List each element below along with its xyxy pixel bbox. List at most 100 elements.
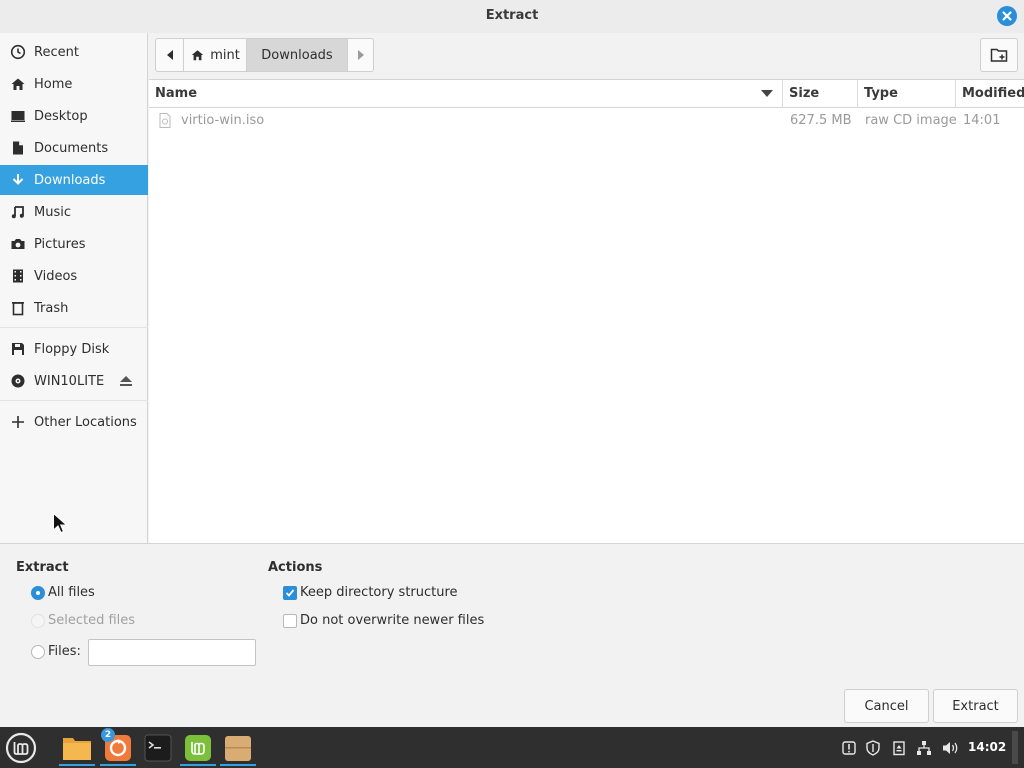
file-list: Name Size Type Modified virtio-win.iso 6… (149, 79, 1024, 543)
clock[interactable]: 14:02 (968, 740, 1006, 754)
do-not-overwrite-checkbox[interactable]: Do not overwrite newer files (283, 613, 484, 628)
path-back-button[interactable] (155, 38, 184, 72)
taskbar-files-app[interactable] (59, 730, 95, 766)
path-segment-mint[interactable]: mint (183, 38, 247, 72)
file-row[interactable]: virtio-win.iso 627.5 MB raw CD image 14:… (149, 109, 1024, 133)
network-icon (917, 740, 931, 755)
clipboard-icon (893, 740, 905, 755)
mint-software-icon (185, 735, 211, 761)
extract-button[interactable]: Extract (933, 689, 1018, 723)
eject-button[interactable] (116, 366, 136, 396)
sidebar-item-label: Home (34, 76, 73, 92)
sidebar-item-label: Floppy Disk (34, 341, 110, 357)
music-icon (11, 206, 24, 219)
mouse-pointer-icon (53, 512, 68, 534)
window-title: Extract (485, 8, 539, 23)
app-active-indicator (100, 764, 136, 766)
checkbox-unchecked (283, 613, 297, 628)
keep-directory-structure-checkbox[interactable]: Keep directory structure (283, 585, 458, 600)
tray-network[interactable] (914, 727, 934, 768)
column-header-size[interactable]: Size (782, 80, 857, 108)
path-forward-button[interactable] (347, 38, 374, 72)
document-icon (12, 141, 23, 155)
all-files-radio[interactable]: All files (31, 585, 95, 600)
close-icon (1002, 11, 1012, 21)
column-header-type[interactable]: Type (857, 80, 955, 108)
taskbar-software-manager[interactable] (180, 730, 216, 766)
disc-image-file-icon (159, 113, 171, 132)
tray-update-shield[interactable] (863, 727, 883, 768)
actions-group-title: Actions (268, 560, 323, 575)
files-radio[interactable]: Files: (31, 644, 81, 659)
taskbar-archive-manager[interactable] (220, 730, 256, 766)
disc-icon (11, 374, 24, 388)
sidebar-item-label: Music (34, 204, 71, 220)
app-active-indicator (220, 764, 256, 766)
sidebar-item-floppy-disk[interactable]: Floppy Disk (0, 334, 148, 364)
sidebar-divider (0, 327, 148, 328)
chevron-right-icon (357, 50, 364, 60)
floppy-icon (11, 343, 24, 355)
taskbar-terminal[interactable] (140, 730, 176, 766)
tray-volume[interactable] (940, 727, 962, 768)
sidebar-item-trash[interactable]: Trash (0, 293, 148, 323)
terminal-icon (144, 734, 172, 762)
sidebar-divider (0, 400, 148, 401)
volume-icon (943, 741, 958, 754)
files-pattern-input[interactable] (88, 639, 256, 666)
new-folder-icon (990, 48, 1008, 62)
sidebar-item-label: WIN10LITE (34, 373, 105, 389)
path-segment-label: Downloads (261, 47, 333, 63)
menu-button[interactable] (3, 730, 39, 766)
taskbar: 2 14:02 (0, 727, 1024, 768)
radio-label: Selected files (48, 613, 136, 628)
places-sidebar: Recent Home Desktop Documents Downloads … (0, 33, 148, 543)
path-bar: mint Downloads (155, 38, 374, 72)
checkbox-checked (283, 585, 297, 600)
chevron-left-icon (166, 50, 173, 60)
radio-unchecked (31, 613, 45, 628)
cancel-button[interactable]: Cancel (844, 689, 929, 723)
sidebar-item-documents[interactable]: Documents (0, 133, 148, 163)
camera-icon (11, 239, 24, 249)
file-type: raw CD image (865, 113, 957, 128)
options-panel: Extract All files Selected files Files: … (0, 543, 1024, 727)
path-segment-downloads[interactable]: Downloads (246, 38, 348, 72)
sidebar-item-videos[interactable]: Videos (0, 261, 148, 291)
sidebar-item-other-locations[interactable]: Other Locations (0, 407, 148, 437)
home-icon (192, 50, 204, 61)
checkbox-label: Keep directory structure (300, 585, 458, 600)
tray-clipboard[interactable] (889, 727, 909, 768)
sidebar-item-home[interactable]: Home (0, 69, 148, 99)
extract-group-title: Extract (16, 560, 69, 575)
sort-descending-icon (761, 90, 773, 97)
sidebar-item-label: Videos (34, 268, 78, 284)
sidebar-item-label: Pictures (34, 236, 86, 252)
column-header-modified[interactable]: Modified (955, 80, 1024, 108)
column-header-row: Name Size Type Modified (149, 80, 1024, 108)
show-desktop-button[interactable] (1012, 731, 1018, 764)
taskbar-update-manager[interactable]: 2 (100, 728, 136, 766)
sidebar-item-desktop[interactable]: Desktop (0, 101, 148, 131)
column-header-name[interactable]: Name (149, 80, 782, 108)
sidebar-item-recent[interactable]: Recent (0, 37, 148, 67)
folder-icon (63, 738, 91, 760)
new-folder-button[interactable] (980, 38, 1018, 72)
desktop-icon (10, 111, 25, 122)
selected-files-radio[interactable]: Selected files (31, 613, 135, 628)
sidebar-item-win10lite[interactable]: WIN10LITE (0, 366, 148, 396)
shield-icon (866, 739, 880, 756)
film-icon (12, 269, 23, 283)
sidebar-item-label: Other Locations (34, 414, 137, 430)
sidebar-item-label: Downloads (34, 172, 106, 188)
sidebar-item-pictures[interactable]: Pictures (0, 229, 148, 259)
app-active-indicator (180, 764, 216, 766)
close-button[interactable] (997, 6, 1017, 26)
app-active-indicator (59, 764, 95, 766)
archive-icon (225, 736, 251, 761)
sidebar-item-label: Desktop (34, 108, 88, 124)
tray-notifications[interactable] (839, 727, 859, 768)
sidebar-item-downloads[interactable]: Downloads (0, 165, 148, 195)
trash-icon (11, 302, 24, 316)
sidebar-item-music[interactable]: Music (0, 197, 148, 227)
